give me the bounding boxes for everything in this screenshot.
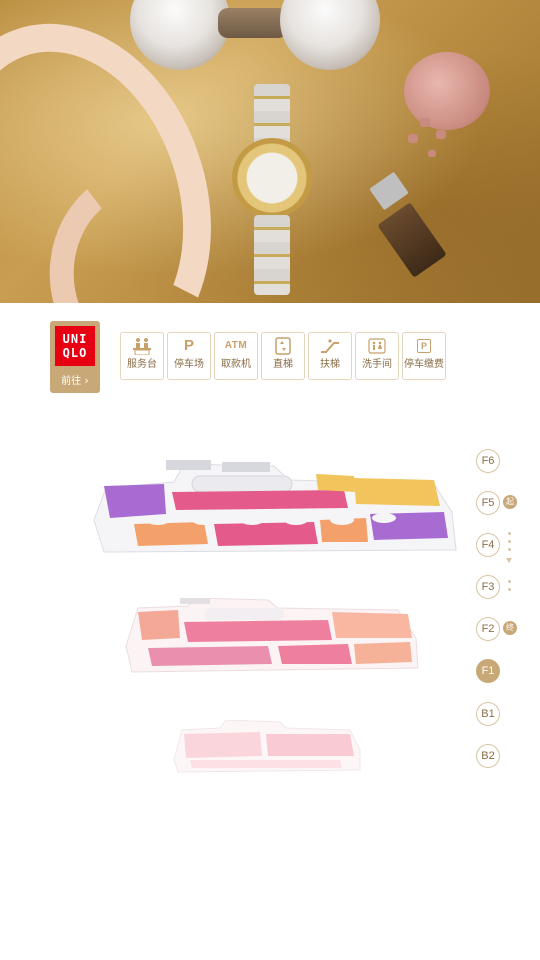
watch-band <box>254 215 290 295</box>
floor-button-f4[interactable]: F4 <box>476 533 500 557</box>
binocular-lens <box>130 0 230 70</box>
usb-drive <box>377 202 447 278</box>
route-arrow-icon <box>506 558 512 563</box>
goto-button[interactable]: 前往 › <box>50 372 100 387</box>
crumb <box>428 150 436 157</box>
facility-service-desk[interactable]: 服务台 <box>120 332 164 380</box>
floor-map-middle[interactable] <box>118 598 428 678</box>
restroom-icon <box>356 333 398 359</box>
binocular-bridge <box>218 8 288 38</box>
crumb <box>408 134 418 143</box>
facility-atm[interactable]: ATM 取款机 <box>214 332 258 380</box>
logo-line: QLO <box>62 346 88 360</box>
floor-button-b1[interactable]: B1 <box>476 702 500 726</box>
floor-button-b2[interactable]: B2 <box>476 744 500 768</box>
service-desk-icon <box>121 333 163 359</box>
facility-parking-payment[interactable]: P 停车缴费 <box>402 332 446 380</box>
store-card-uniqlo[interactable]: UNI QLO 前往 › <box>50 321 100 393</box>
binocular-lens <box>280 0 380 70</box>
route-start-marker: 起 <box>503 495 517 509</box>
floor-button-f2[interactable]: F2 <box>476 617 500 641</box>
facility-label: 扶梯 <box>320 359 340 370</box>
facility-label: 直梯 <box>273 359 293 370</box>
crumb <box>420 118 430 127</box>
hero-banner-image <box>0 0 540 303</box>
macaron <box>404 52 490 130</box>
floor-button-f1[interactable]: F1 <box>476 659 500 683</box>
chevron-right-icon: › <box>84 374 89 387</box>
parking-payment-icon: P <box>403 333 445 359</box>
floor-button-f3[interactable]: F3 <box>476 575 500 599</box>
facility-label: 停车缴费 <box>404 359 444 370</box>
facility-label: 洗手间 <box>362 359 392 370</box>
facility-label: 服务台 <box>127 359 157 370</box>
facility-label: 停车场 <box>174 359 204 370</box>
facility-parking[interactable]: P 停车场 <box>167 332 211 380</box>
facility-elevator[interactable]: 直梯 <box>261 332 305 380</box>
facility-escalator[interactable]: 扶梯 <box>308 332 352 380</box>
watch-face <box>232 138 312 218</box>
escalator-icon <box>309 333 351 359</box>
goto-label: 前往 <box>61 376 82 387</box>
uniqlo-logo: UNI QLO <box>55 326 95 366</box>
route-dots <box>508 580 511 596</box>
route-end-marker: 终 <box>503 621 517 635</box>
floor-map-upper[interactable] <box>84 458 464 558</box>
parking-icon: P <box>183 337 194 354</box>
facility-bar: 服务台 P 停车场 ATM 取款机 直梯 扶梯 洗手间 P 停车缴费 <box>120 332 446 380</box>
route-dots <box>508 532 511 556</box>
elevator-icon <box>262 333 304 359</box>
facility-restroom[interactable]: 洗手间 <box>355 332 399 380</box>
mall-map-3d <box>0 440 470 790</box>
facility-label: 取款机 <box>221 359 251 370</box>
usb-drive-cap <box>369 171 409 211</box>
floor-button-f5[interactable]: F5 <box>476 491 500 515</box>
floor-map-lower[interactable] <box>170 720 365 776</box>
atm-icon: ATM <box>224 340 248 351</box>
floor-button-f6[interactable]: F6 <box>476 449 500 473</box>
crumb <box>436 130 446 139</box>
logo-line: UNI <box>62 332 88 346</box>
